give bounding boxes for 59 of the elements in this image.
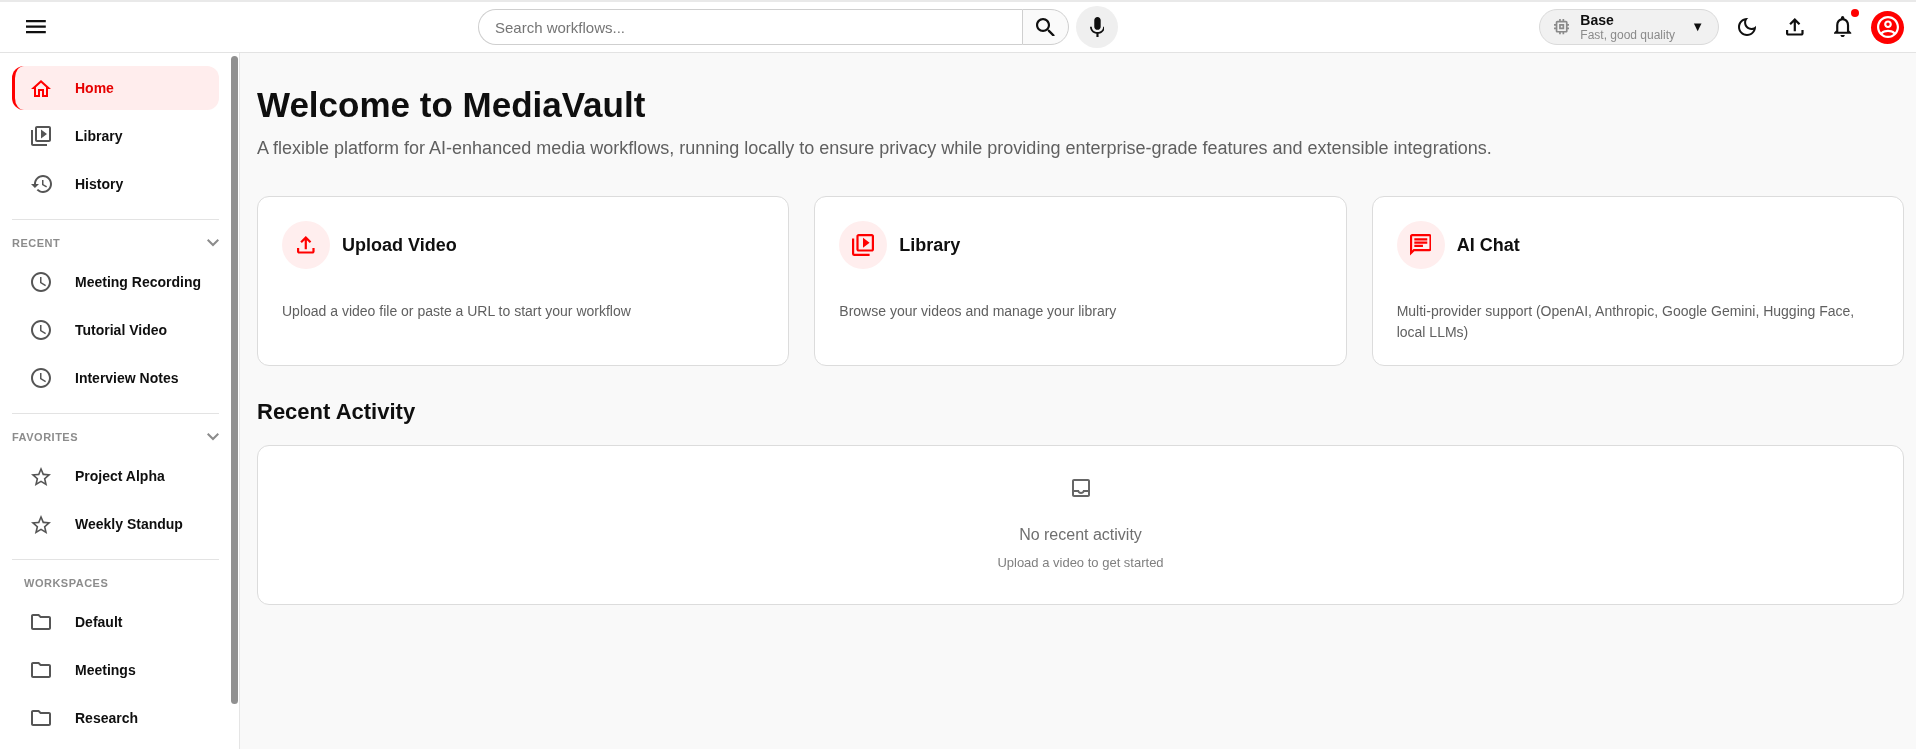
clock-icon xyxy=(31,320,51,340)
star-icon xyxy=(31,466,51,486)
folder-icon xyxy=(31,614,51,630)
chevron-icon[interactable] xyxy=(207,433,219,441)
clock-icon xyxy=(31,368,51,388)
history-icon xyxy=(30,175,52,193)
inbox-icon xyxy=(1071,479,1090,497)
home-icon xyxy=(31,79,51,97)
sidebar-item[interactable]: Interview Notes xyxy=(12,356,219,400)
video-library-icon xyxy=(31,126,51,146)
sidebar-item[interactable]: Default xyxy=(12,600,219,644)
upload-icon xyxy=(1786,18,1804,36)
search-button[interactable] xyxy=(1022,9,1069,45)
empty-state-hint: Upload a video to get started xyxy=(997,554,1164,572)
folder-icon xyxy=(31,710,51,726)
action-card[interactable]: Library Browse your videos and manage your library xyxy=(814,196,1347,366)
folder-icon xyxy=(31,662,51,678)
scrollbar-thumb[interactable] xyxy=(231,56,238,704)
empty-state-message: No recent activity xyxy=(1019,525,1142,545)
sidebar-item[interactable]: Home xyxy=(12,66,219,110)
upload-icon xyxy=(282,221,330,269)
card-description: Browse your videos and manage your library xyxy=(839,302,1118,321)
sidebar-item[interactable]: Research xyxy=(12,696,219,740)
sidebar-item[interactable]: Tutorial Video xyxy=(12,308,219,352)
video-library-icon xyxy=(839,221,888,269)
action-card[interactable]: AI Chat Multi-provider support (OpenAI, Anthropic, Google Gemini, Hugging Face, local LLMs) xyxy=(1371,196,1904,366)
action-card[interactable]: Upload Video Upload a video file or paste a URL to start your workflow xyxy=(257,196,790,366)
avatar-button[interactable] xyxy=(1871,10,1904,44)
sidebar-item[interactable]: History xyxy=(12,162,219,206)
section-header: RECENT xyxy=(12,235,61,251)
clock-icon xyxy=(31,272,51,292)
sidebar-item[interactable]: Meeting Recording xyxy=(12,260,219,304)
card-description: Upload a video file or paste a URL to start your workflow xyxy=(282,302,632,321)
star-icon xyxy=(31,514,51,534)
menu-icon xyxy=(26,20,46,34)
sidebar-item[interactable]: Library xyxy=(12,114,219,158)
search-field[interactable]: Search workflows... xyxy=(478,9,1022,45)
model-selector[interactable]: Base Fast, good quality ▼ xyxy=(1539,9,1719,45)
sidebar-item[interactable]: Meetings xyxy=(12,648,219,692)
card-title: Library xyxy=(899,233,961,257)
chat-icon xyxy=(1396,221,1445,269)
voice-search-button[interactable] xyxy=(1076,6,1118,48)
section-title: Recent Activity xyxy=(257,398,417,426)
sidebar-item[interactable]: Weekly Standup xyxy=(12,502,219,546)
section-header: FAVORITES xyxy=(12,429,79,445)
mic-icon xyxy=(1089,16,1105,38)
page-subtitle: A flexible platform for AI-enhanced media workflows, running locally to ensure privacy while providing enterprise-grade features and extensible integrations. xyxy=(257,137,1493,160)
card-title: Upload Video xyxy=(342,233,457,257)
card-title: AI Chat xyxy=(1456,233,1520,257)
section-header: WORKSPACES xyxy=(24,575,109,591)
sidebar-item[interactable]: Project Alpha xyxy=(12,454,219,498)
moon-icon xyxy=(1738,18,1756,36)
card-description: Multi-provider support (OpenAI, Anthropic, Google Gemini, Hugging Face, local LLMs) xyxy=(1396,302,1856,342)
chevron-icon[interactable] xyxy=(207,239,219,247)
person-icon xyxy=(1876,16,1899,38)
chip-icon xyxy=(1554,19,1570,35)
page-title: Welcome to MediaVault xyxy=(257,84,647,126)
search-icon xyxy=(1036,17,1055,37)
bell-icon xyxy=(1834,16,1852,38)
